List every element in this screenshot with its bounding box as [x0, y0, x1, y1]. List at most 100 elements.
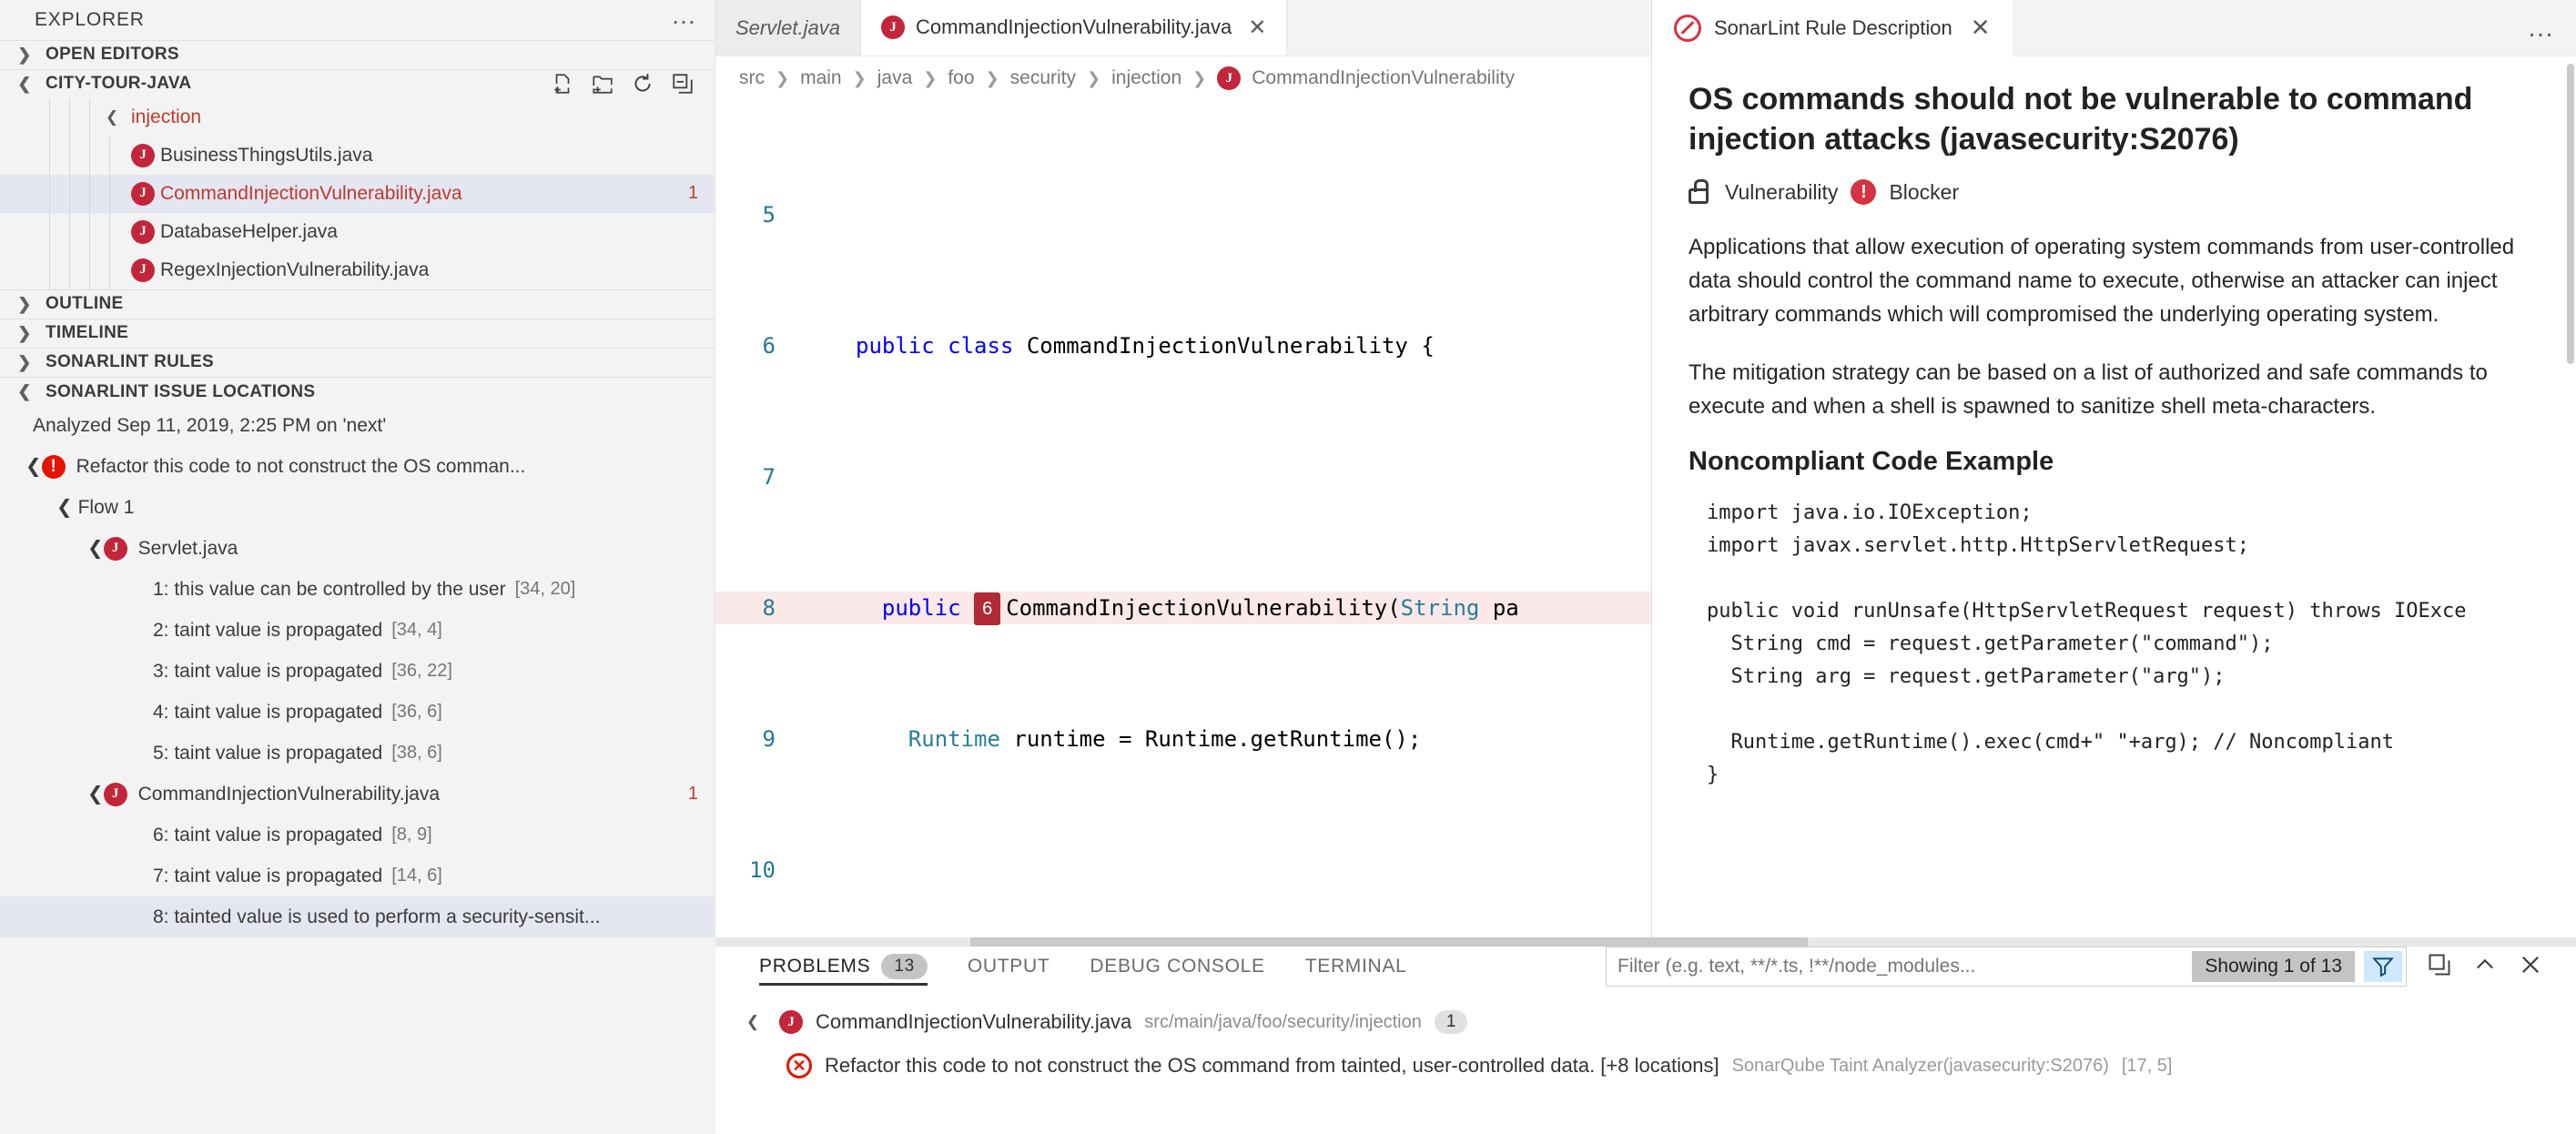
- flow-step-badge: 6: [974, 592, 1001, 625]
- tab-commandinjectionvulnerability-java[interactable]: J CommandInjectionVulnerability.java ✕: [860, 0, 1288, 56]
- location-coord: [34, 4]: [391, 620, 442, 641]
- flow-row[interactable]: ❮ Flow 1: [0, 487, 715, 528]
- flow-location-row[interactable]: 6: taint value is propagated [8, 9]: [0, 815, 715, 856]
- tab-label: CommandInjectionVulnerability.java: [915, 15, 1232, 38]
- flow-location-row[interactable]: 5: taint value is propagated [38, 6]: [0, 733, 715, 774]
- tab-sonarlint-rule-description[interactable]: SonarLint Rule Description ✕: [1652, 0, 2013, 56]
- filter-box[interactable]: Showing 1 of 13: [1606, 947, 2407, 987]
- flow-location-row[interactable]: 2: taint value is propagated [34, 4]: [0, 610, 715, 651]
- editor-horizontal-scrollbar[interactable]: [715, 937, 2576, 947]
- tab-label: DEBUG CONSOLE: [1090, 956, 1265, 977]
- filter-input[interactable]: [1618, 956, 2184, 977]
- funnel-icon[interactable]: [2364, 951, 2402, 982]
- problems-count-badge: 13: [881, 954, 928, 979]
- location-text: 4: taint value is propagated: [153, 701, 383, 723]
- flow-file-label: CommandInjectionVulnerability.java: [137, 783, 441, 805]
- chevron-right-icon: ❯: [17, 294, 32, 313]
- breadcrumb-item-main[interactable]: main: [800, 67, 842, 89]
- vscode-window: EXPLORER … ❯ OPEN EDITORS ❮ CITY-TOUR-JA…: [0, 0, 2576, 1134]
- section-label: SONARLINT RULES: [46, 352, 214, 372]
- java-error-icon: J: [131, 258, 155, 282]
- rule-panel-tab-bar: SonarLint Rule Description ✕ …: [1652, 0, 2576, 56]
- chevron-right-icon: ❯: [985, 68, 999, 87]
- problems-issue-row[interactable]: ✕ Refactor this code to not construct th…: [715, 1044, 2576, 1088]
- location-text: 8: tainted value is used to perform a se…: [153, 906, 601, 927]
- file-label: CommandInjectionVulnerability.java: [160, 182, 462, 204]
- showing-badge: Showing 1 of 13: [2192, 951, 2355, 982]
- sidebar-section-workspace[interactable]: ❮ CITY-TOUR-JAVA: [0, 68, 715, 98]
- explorer-title: EXPLORER: [35, 8, 145, 30]
- location-coord: [34, 20]: [514, 579, 576, 600]
- flow-location-row[interactable]: 1: this value can be controlled by the u…: [0, 569, 715, 610]
- flow-file-row[interactable]: ❮ J CommandInjectionVulnerability.java 1: [0, 774, 715, 815]
- flow-location-row[interactable]: 4: taint value is propagated [36, 6]: [0, 692, 715, 733]
- close-icon[interactable]: ✕: [1242, 15, 1266, 41]
- rule-severity-label: Blocker: [1889, 179, 1960, 204]
- location-coord: [36, 6]: [391, 702, 442, 723]
- flow-location-row[interactable]: 3: taint value is propagated [36, 22]: [0, 651, 715, 692]
- problems-file-row[interactable]: ❮ J CommandInjectionVulnerability.java s…: [715, 1000, 2576, 1044]
- new-file-icon[interactable]: [551, 72, 574, 96]
- breadcrumb-item-injection[interactable]: injection: [1111, 67, 1182, 89]
- tab-label: TERMINAL: [1304, 956, 1407, 977]
- location-coord: [14, 6]: [391, 866, 442, 886]
- breadcrumb-item-src[interactable]: src: [739, 67, 765, 89]
- location-coord: [38, 6]: [391, 743, 442, 764]
- ellipsis-icon[interactable]: …: [671, 2, 698, 31]
- ellipsis-icon[interactable]: …: [2527, 13, 2556, 44]
- chevron-down-icon: ❮: [17, 382, 32, 400]
- issue-root-row[interactable]: ❮ ! Refactor this code to not construct …: [0, 446, 715, 487]
- error-icon: !: [41, 454, 66, 479]
- new-folder-icon[interactable]: [591, 72, 614, 96]
- section-label: OPEN EDITORS: [46, 45, 179, 65]
- sidebar-section-sonarlint-rules[interactable]: ❯ SONARLINT RULES: [0, 347, 715, 377]
- tab-output[interactable]: OUTPUT: [948, 938, 1070, 995]
- flow-location-row[interactable]: 7: taint value is propagated [14, 6]: [0, 856, 715, 896]
- chevron-right-icon: ❯: [17, 323, 32, 342]
- tree-row-injection[interactable]: ❮ injection: [0, 97, 715, 137]
- line-number: 5: [762, 202, 776, 228]
- tab-terminal[interactable]: TERMINAL: [1285, 938, 1427, 995]
- collapse-all-icon[interactable]: [671, 72, 695, 96]
- breadcrumb-item-security[interactable]: security: [1010, 67, 1076, 89]
- problems-panel: PROBLEMS 13 OUTPUT DEBUG CONSOLE TERMINA…: [715, 937, 2576, 1134]
- tab-servlet-java[interactable]: Servlet.java: [715, 0, 861, 56]
- close-icon[interactable]: ✕: [1971, 14, 1991, 42]
- explorer-actions: [551, 72, 715, 96]
- sidebar-bottom-filler: [0, 937, 715, 1134]
- tree-row-file[interactable]: J DatabaseHelper.java: [0, 212, 715, 251]
- location-coord: [36, 22]: [391, 661, 452, 682]
- sidebar-section-timeline[interactable]: ❯ TIMELINE: [0, 318, 715, 348]
- flow-location-row-selected[interactable]: 8: tainted value is used to perform a se…: [0, 896, 715, 937]
- close-icon[interactable]: [2518, 952, 2543, 982]
- tab-problems[interactable]: PROBLEMS 13: [739, 938, 948, 995]
- tree-row-file[interactable]: J RegexInjectionVulnerability.java: [0, 250, 715, 289]
- java-error-icon: J: [779, 1010, 803, 1034]
- split-panel-icon[interactable]: [2427, 952, 2452, 982]
- sidebar-section-open-editors[interactable]: ❯ OPEN EDITORS: [0, 39, 715, 69]
- sidebar-section-issue-locations[interactable]: ❮ SONARLINT ISSUE LOCATIONS: [0, 376, 715, 406]
- refresh-icon[interactable]: [631, 72, 654, 96]
- breadcrumb-item-java[interactable]: java: [877, 67, 913, 89]
- java-error-icon: J: [131, 181, 155, 206]
- tab-label: PROBLEMS: [759, 956, 871, 977]
- flow-file-row[interactable]: ❮ J Servlet.java: [0, 528, 715, 569]
- location-text: 3: taint value is propagated: [153, 660, 383, 682]
- folder-label: injection: [131, 106, 202, 127]
- sidebar-section-outline[interactable]: ❯ OUTLINE: [0, 289, 715, 319]
- chevron-up-icon[interactable]: [2472, 952, 2498, 982]
- rule-panel-scrollbar[interactable]: [2567, 64, 2574, 364]
- tree-row-file-selected[interactable]: J CommandInjectionVulnerability.java 1: [0, 174, 715, 213]
- breadcrumb-item-class[interactable]: CommandInjectionVulnerability: [1252, 67, 1515, 89]
- line-number: 6: [762, 333, 776, 359]
- problems-issue-source: SonarQube Taint Analyzer(javasecurity:S2…: [1731, 1055, 2109, 1076]
- error-circle-icon: ✕: [786, 1053, 812, 1078]
- breadcrumb-item-foo[interactable]: foo: [948, 67, 974, 89]
- line-number: 9: [762, 726, 776, 752]
- tree-row-file[interactable]: J BusinessThingsUtils.java: [0, 136, 715, 175]
- java-error-icon: J: [880, 15, 905, 39]
- rule-type-label: Vulnerability: [1725, 179, 1839, 204]
- problems-file-path: src/main/java/foo/security/injection: [1144, 1011, 1422, 1032]
- tab-debug-console[interactable]: DEBUG CONSOLE: [1070, 938, 1284, 995]
- line-source: public 6 CommandInjectionVulnerability(St…: [836, 592, 1519, 625]
